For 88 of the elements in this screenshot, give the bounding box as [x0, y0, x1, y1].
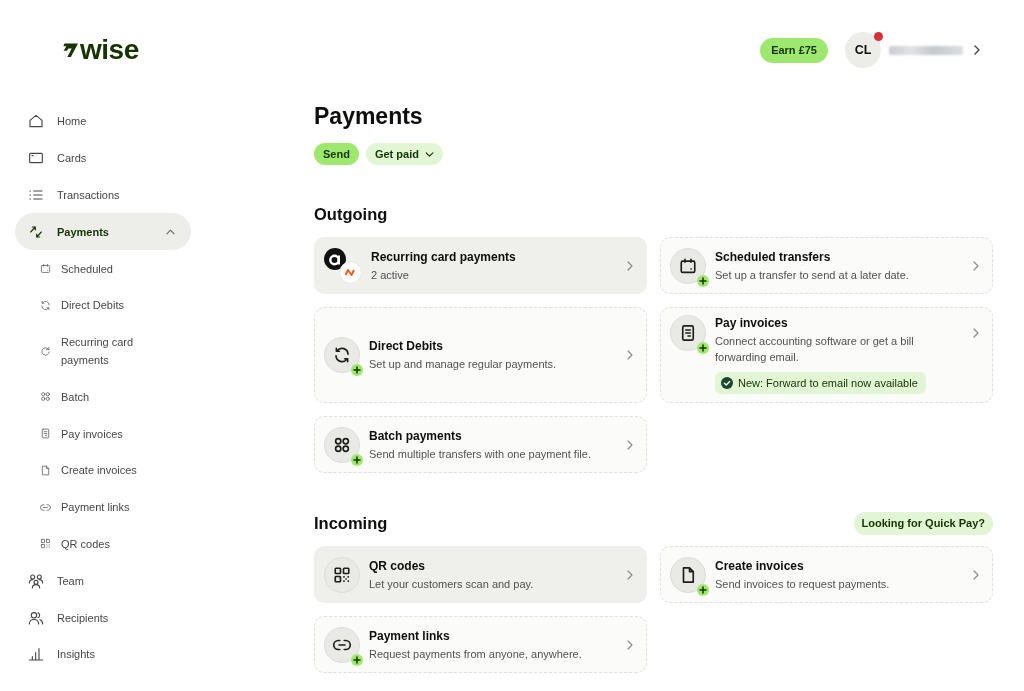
people-icon [28, 609, 44, 626]
bar-chart-icon [28, 646, 44, 663]
chevron-right-icon [973, 260, 979, 271]
payment-option-card[interactable]: Scheduled transfers Set up a transfer to send at a later date. [660, 237, 993, 294]
four-loops-icon [324, 426, 360, 463]
chevron-right-icon[interactable] [974, 45, 980, 55]
nav-item[interactable]: Cards [15, 139, 191, 177]
nav-item[interactable]: Home [15, 103, 191, 140]
earn-button[interactable]: Earn £75 [760, 37, 828, 63]
chevron-right-icon [973, 328, 979, 338]
nav-item[interactable]: Team [15, 562, 191, 600]
card-description: Send invoices to request payments. [715, 576, 891, 592]
nav-subitem[interactable]: Create invoices [15, 452, 191, 489]
card-title: Pay invoices [715, 315, 789, 331]
nav-subitem[interactable]: QR codes [15, 525, 191, 563]
refresh-icon [324, 337, 360, 373]
merchant-logos-icon [324, 247, 362, 284]
link-icon [40, 501, 51, 513]
nav-subitem[interactable]: Recurring card payments [15, 323, 191, 379]
plus-badge-icon [697, 342, 709, 354]
payment-option-card[interactable]: Recurring card payments 2 active [314, 237, 647, 294]
nav-item[interactable]: Transactions [15, 176, 191, 214]
payment-option-card[interactable]: Create invoices Send invoices to request payments. [660, 546, 993, 603]
plus-badge-icon [351, 453, 363, 466]
nav-subitem[interactable]: Payment links [15, 488, 191, 526]
caret-down-icon [424, 151, 434, 157]
section-heading: Outgoing [314, 204, 388, 225]
logo-mark-icon [63, 43, 78, 57]
calendar-icon [670, 247, 706, 284]
chevron-right-icon [627, 439, 633, 450]
nav-subitem[interactable]: Batch [15, 378, 191, 416]
plus-badge-icon [351, 653, 363, 666]
circular-arrow-icon [40, 345, 51, 357]
payment-option-card[interactable]: Payment links Request payments from anyone, anywhere. [314, 616, 647, 673]
nav-subitem[interactable]: Scheduled [15, 250, 191, 287]
card-description: Request payments from anyone, anywhere. [369, 646, 583, 662]
people-group-icon [28, 572, 44, 589]
card-description: Let your customers scan and pay. [369, 576, 535, 592]
card-description: 2 active [371, 267, 410, 283]
link-icon [324, 626, 360, 663]
qr-code-icon [324, 556, 360, 593]
card-title: Scheduled transfers [715, 248, 832, 265]
refresh-icon [40, 299, 51, 311]
check-circle-icon [721, 377, 733, 389]
card-title: Recurring card payments [371, 248, 517, 265]
avatar-initials[interactable]: CL [845, 32, 881, 68]
card-title: Create invoices [715, 557, 805, 574]
chevron-right-icon [627, 260, 633, 271]
arrows-icon [28, 223, 44, 240]
card-title: Batch payments [369, 427, 463, 444]
payment-option-card[interactable]: QR codes Let your customers scan and pay. [314, 546, 647, 603]
home-icon [28, 113, 44, 130]
card-title: Direct Debits [369, 338, 445, 354]
card-description: Connect accounting software or get a bill forwarding email. [715, 334, 915, 365]
tab-button[interactable]: Send [314, 143, 359, 165]
notice-text: New: Forward to email now available [738, 376, 918, 391]
chevron-right-icon [627, 350, 633, 360]
card-description: Set up a transfer to send at a later date. [715, 267, 910, 283]
nav-item[interactable]: Insights [15, 635, 191, 673]
plus-badge-icon [351, 364, 363, 376]
qr-code-icon [40, 538, 51, 550]
receipt-icon [670, 315, 706, 351]
card-title: QR codes [369, 557, 426, 574]
chevron-right-icon [627, 569, 633, 580]
receipt-icon [40, 428, 51, 440]
page-title: Payments [314, 102, 424, 130]
payment-option-card[interactable]: Pay invoices Connect accounting software or get a bill forwarding email. New: Forward to email now available [660, 307, 993, 403]
calendar-icon [40, 263, 51, 274]
nav-subitem[interactable]: Pay invoices [15, 415, 191, 453]
payment-option-card[interactable]: Batch payments Send multiple transfers with one payment file. [314, 416, 647, 473]
chevron-right-icon [627, 639, 633, 650]
card-description: Set up and manage regular payments. [369, 357, 558, 372]
payment-option-card[interactable]: Direct Debits Set up and manage regular payments. [314, 307, 647, 403]
section-heading: Incoming [314, 513, 388, 534]
document-icon [40, 464, 51, 476]
nav-item[interactable]: Recipients [15, 599, 191, 636]
chevron-right-icon [973, 569, 979, 580]
document-icon [670, 556, 706, 593]
card-title: Payment links [369, 627, 451, 644]
nav-item[interactable]: Payments [15, 213, 191, 251]
quick-pay-button[interactable]: Looking for Quick Pay? [853, 511, 993, 535]
dropdown-button[interactable]: Get paid [365, 143, 443, 165]
four-loops-icon [40, 391, 51, 403]
nav-subitem[interactable]: Direct Debits [15, 286, 191, 324]
logo-text: wise [80, 38, 139, 62]
plus-badge-icon [697, 274, 709, 287]
plus-badge-icon [697, 583, 709, 596]
card-description: Send multiple transfers with one payment file. [369, 446, 592, 462]
